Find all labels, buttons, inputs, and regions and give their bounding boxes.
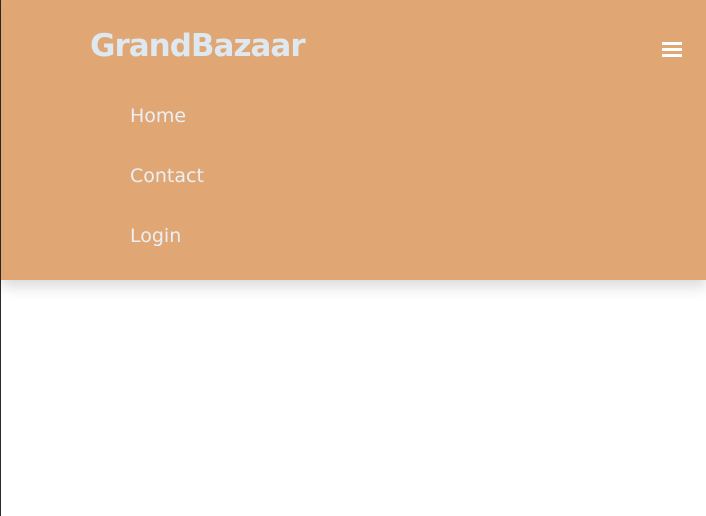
nav-item-home: Home: [130, 96, 204, 156]
nav-menu: Home Contact Login: [130, 96, 204, 276]
nav-link-home[interactable]: Home: [130, 105, 186, 127]
navbar: GrandBazaar Home Contact Login: [1, 0, 706, 280]
nav-link-contact[interactable]: Contact: [130, 165, 204, 187]
nav-item-contact: Contact: [130, 156, 204, 216]
brand-logo[interactable]: GrandBazaar: [90, 26, 306, 66]
hamburger-menu-icon[interactable]: [661, 39, 683, 59]
nav-link-login[interactable]: Login: [130, 225, 181, 247]
page-frame: GrandBazaar Home Contact Login: [0, 0, 706, 516]
nav-item-login: Login: [130, 216, 204, 276]
hamburger-menu-icon-graphic: [662, 42, 682, 57]
